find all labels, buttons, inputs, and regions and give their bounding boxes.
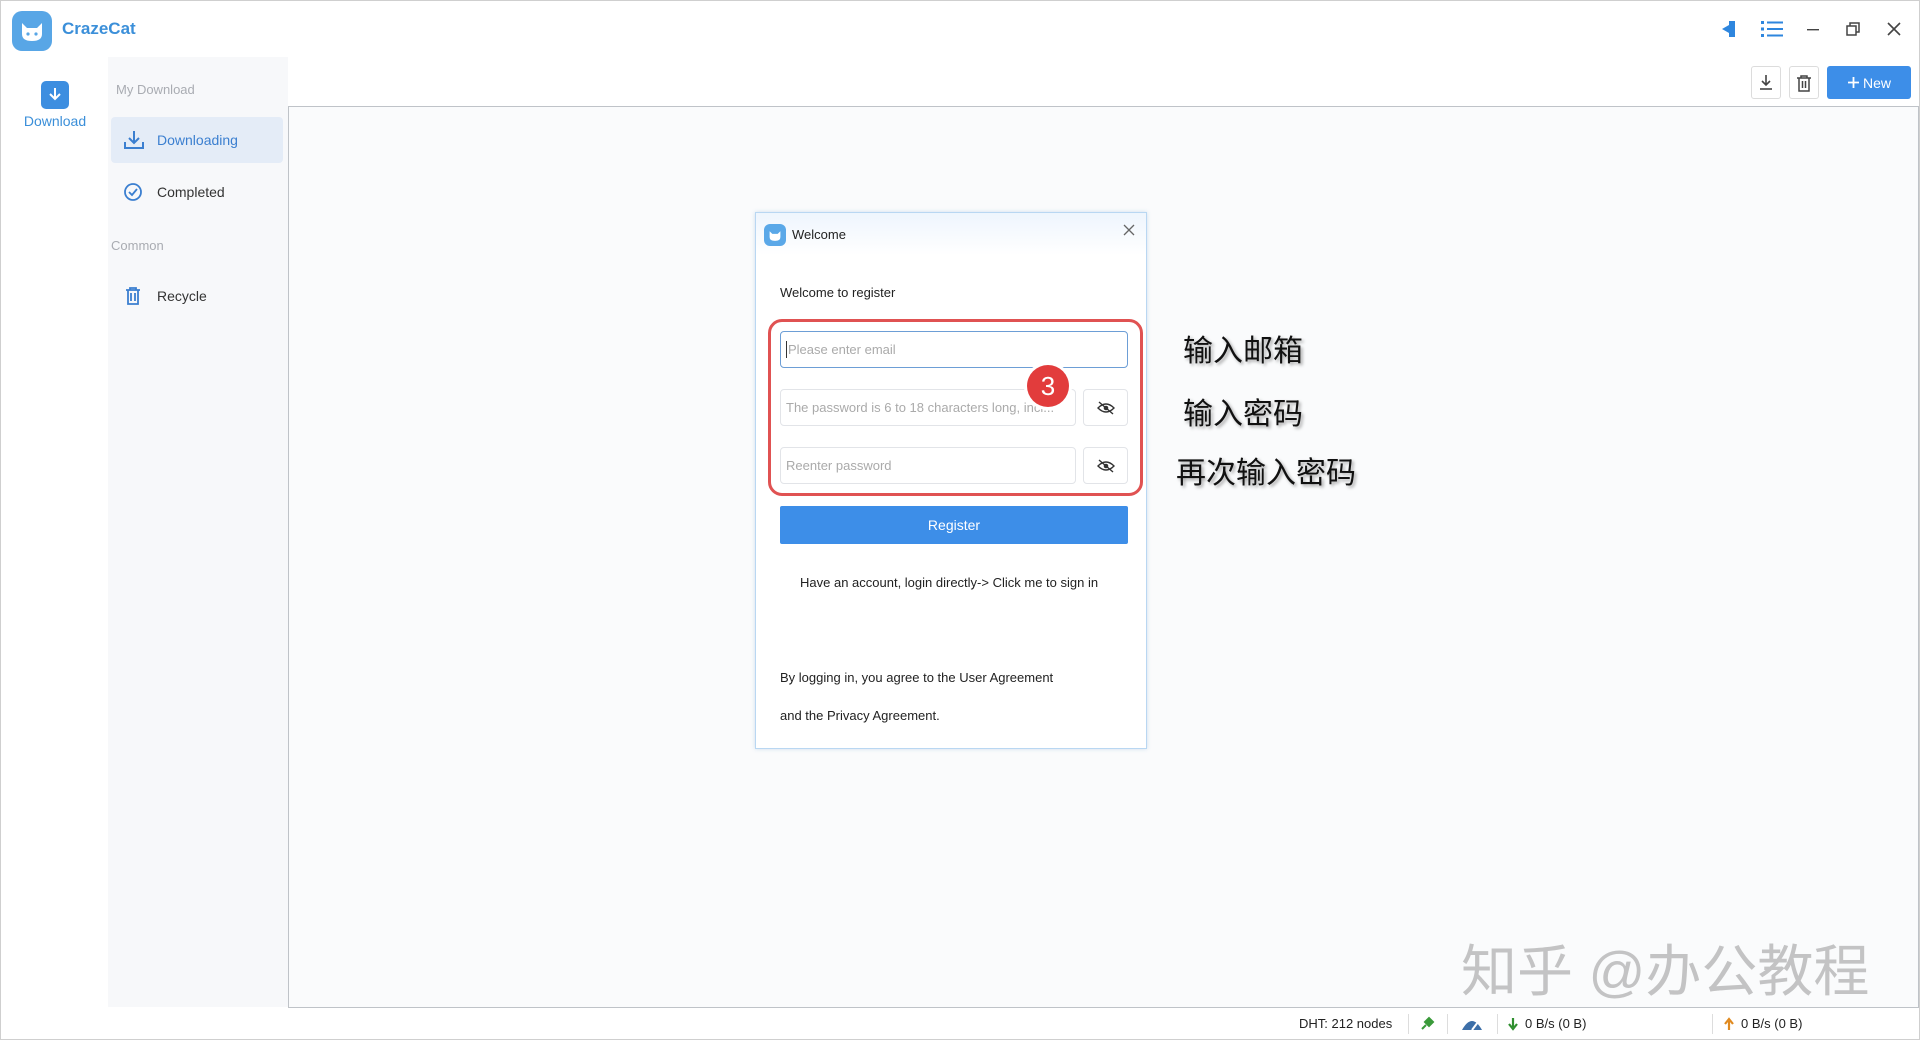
status-divider: [1712, 1014, 1713, 1034]
list-view-icon[interactable]: [1758, 15, 1786, 43]
upload-speed-value: 0 B/s (0 B): [1741, 1016, 1803, 1031]
register-button[interactable]: Register: [780, 506, 1128, 544]
new-task-button[interactable]: New: [1827, 66, 1911, 99]
sidebar-item-label: Downloading: [157, 132, 238, 148]
app-name: CrazeCat: [62, 19, 136, 38]
sidebar-header-my-download: My Download: [116, 82, 195, 97]
annotation-highlight-box: [768, 319, 1143, 496]
sidebar-item-completed[interactable]: Completed: [111, 169, 283, 215]
sidebar-item-label: Recycle: [157, 288, 207, 304]
status-bar: DHT: 212 nodes 0 B/s (0 B) 0 B/s (0 B): [1, 1009, 1919, 1039]
dialog-header: Welcome: [756, 213, 1146, 255]
sign-in-link[interactable]: Click me to sign in: [993, 575, 1098, 590]
restore-icon[interactable]: [1839, 15, 1867, 43]
trash-icon: [126, 287, 140, 305]
sidebar-item-recycle[interactable]: Recycle: [111, 273, 283, 319]
download-icon: [1760, 74, 1772, 90]
upload-speed: 0 B/s (0 B): [1723, 1016, 1802, 1031]
status-divider: [1408, 1014, 1409, 1034]
download-speed-value: 0 B/s (0 B): [1525, 1016, 1587, 1031]
sidebar-header-common: Common: [111, 238, 164, 253]
plus-icon: [1847, 77, 1859, 88]
note-password: 输入密码: [1183, 397, 1303, 432]
dialog-subtitle: Welcome to register: [780, 285, 896, 300]
title-bar: CrazeCat: [1, 1, 1919, 57]
check-circle-icon: [124, 183, 142, 201]
sidebar-item-downloading[interactable]: Downloading: [111, 117, 283, 163]
watermark: 知乎 @办公教程: [1461, 940, 1870, 1003]
download-icon: [41, 81, 69, 109]
arrow-down-icon: [1508, 1017, 1518, 1031]
download-icon: [124, 131, 144, 149]
app-logo-icon: [12, 11, 52, 51]
sidebar-item-label: Completed: [157, 184, 225, 200]
dht-status: DHT: 212 nodes: [1299, 1016, 1393, 1031]
login-prompt: Have an account, login directly->: [800, 575, 989, 590]
dialog-title: Welcome: [792, 227, 846, 242]
dialog-close-icon[interactable]: [1118, 219, 1140, 241]
agreement-line-2: and the Privacy Agreement.: [780, 708, 940, 723]
new-task-label: New: [1862, 74, 1891, 91]
step-badge: 3: [1027, 365, 1069, 407]
download-all-button[interactable]: [1751, 66, 1781, 99]
app-logo-icon: [764, 224, 786, 246]
note-reenter: 再次输入密码: [1176, 456, 1356, 491]
download-speed: 0 B/s (0 B): [1507, 1016, 1586, 1031]
status-divider: [1497, 1014, 1498, 1034]
close-icon[interactable]: [1880, 15, 1908, 43]
plugin-icon[interactable]: [1419, 1016, 1435, 1032]
login-prompt-line: Have an account, login directly-> Click …: [800, 575, 1098, 590]
rail-download-button[interactable]: Download: [17, 81, 93, 133]
pin-icon[interactable]: [1716, 15, 1744, 43]
minimize-icon[interactable]: [1799, 15, 1827, 43]
app-window: CrazeCat Download My Download Downloadin…: [0, 0, 1920, 1040]
rail-download-label: Download: [23, 113, 87, 129]
sidebar: My Download Downloading Completed Common…: [108, 57, 288, 1007]
trash-icon: [1797, 74, 1811, 92]
speed-limit-icon[interactable]: [1460, 1016, 1484, 1032]
note-email: 输入邮箱: [1183, 334, 1303, 369]
delete-button[interactable]: [1789, 66, 1819, 99]
arrow-up-icon: [1724, 1016, 1734, 1030]
agreement-line-1: By logging in, you agree to the User Agr…: [780, 670, 1054, 685]
status-divider: [1447, 1014, 1448, 1034]
